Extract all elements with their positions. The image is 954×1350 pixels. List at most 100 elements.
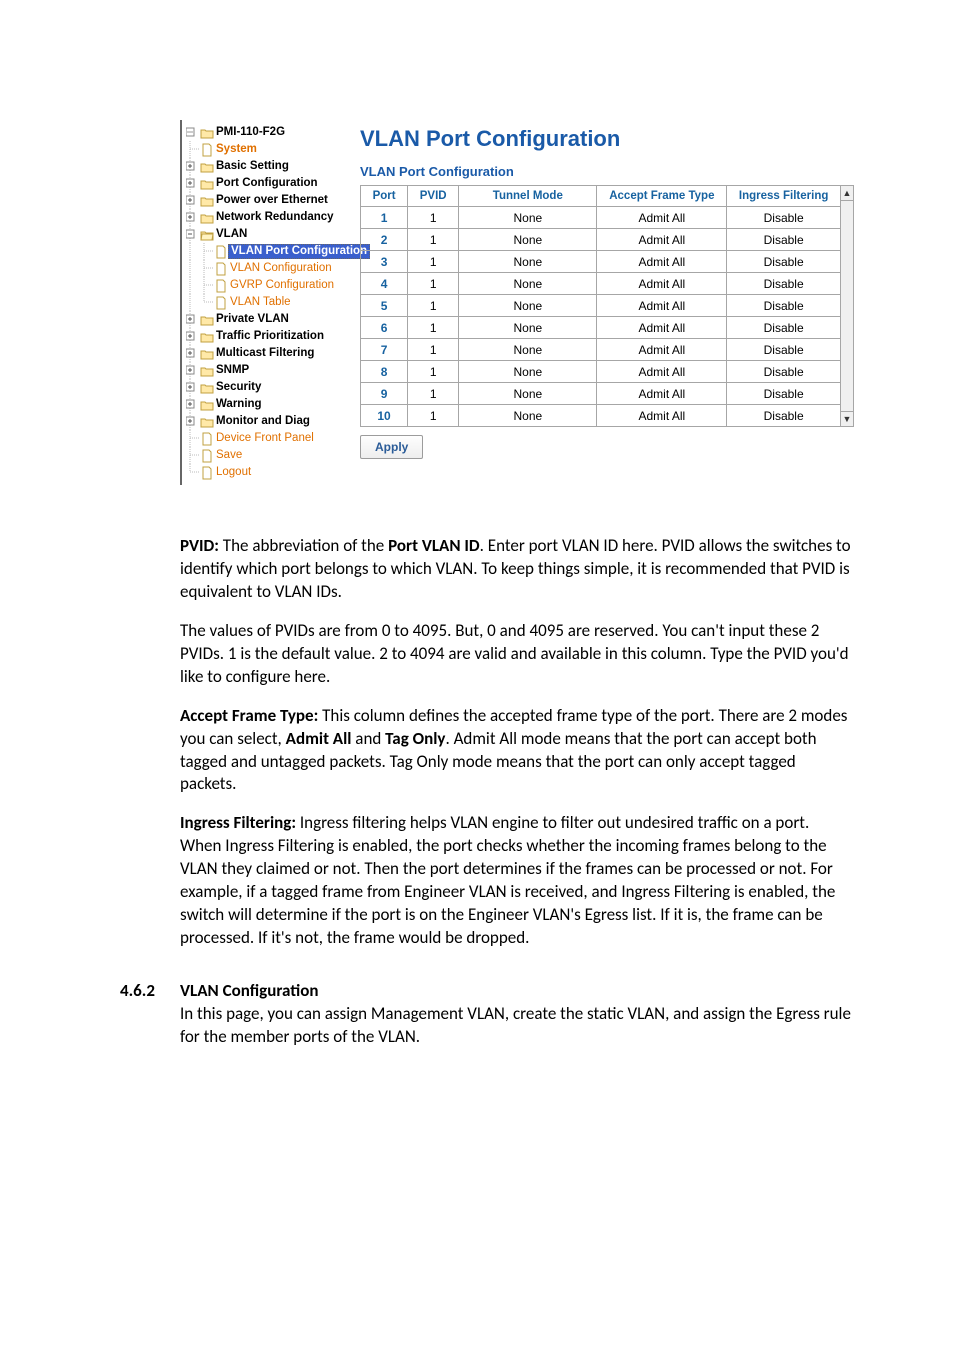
paragraph-accept-frame-type: Accept Frame Type: This column defines t… [180,705,854,797]
cell-accept[interactable]: Admit All [597,295,727,317]
nav-vlan-table[interactable]: VLAN Table [186,294,346,311]
table-row: 41NoneAdmit AllDisable [361,273,841,295]
nav-basic-setting[interactable]: Basic Setting [186,158,346,175]
table-row: 11NoneAdmit AllDisable [361,207,841,229]
cell-tunnel[interactable]: None [459,383,597,405]
cell-ingress[interactable]: Disable [727,317,841,339]
cell-accept[interactable]: Admit All [597,273,727,295]
page-icon [200,143,214,157]
nav-poe[interactable]: Power over Ethernet [186,192,346,209]
nav-label: Traffic Prioritization [214,331,324,343]
nav-system[interactable]: System [186,141,346,158]
cell-ingress[interactable]: Disable [727,361,841,383]
cell-ingress[interactable]: Disable [727,251,841,273]
scroll-up-icon[interactable]: ▲ [841,186,853,201]
nav-device-front-panel[interactable]: Device Front Panel [186,430,346,447]
nav-label: Monitor and Diag [214,416,310,428]
cell-port: 3 [361,251,408,273]
nav-tree: PMI-110-F2G System Basic Setting Port Co… [182,120,346,485]
nav-traffic-prioritization[interactable]: Traffic Prioritization [186,328,346,345]
nav-private-vlan[interactable]: Private VLAN [186,311,346,328]
nav-vlan-port-config[interactable]: VLAN Port Configuration [186,243,346,260]
cell-pvid[interactable]: 1 [408,207,459,229]
cell-pvid[interactable]: 1 [408,383,459,405]
cell-tunnel[interactable]: None [459,339,597,361]
vlan-port-table: Port PVID Tunnel Mode Accept Frame Type … [360,185,841,427]
cell-tunnel[interactable]: None [459,207,597,229]
nav-save[interactable]: Save [186,447,346,464]
folder-icon [200,347,214,361]
cell-accept[interactable]: Admit All [597,251,727,273]
cell-accept[interactable]: Admit All [597,229,727,251]
cell-tunnel[interactable]: None [459,317,597,339]
term-pvid: PVID: [180,535,219,556]
folder-icon [200,160,214,174]
cell-pvid[interactable]: 1 [408,273,459,295]
cell-port: 8 [361,361,408,383]
scroll-down-icon[interactable]: ▼ [841,411,853,426]
nav-vlan[interactable]: VLAN [186,226,346,243]
cell-tunnel[interactable]: None [459,361,597,383]
cell-ingress[interactable]: Disable [727,339,841,361]
cell-pvid[interactable]: 1 [408,229,459,251]
page-icon [214,279,228,293]
cell-tunnel[interactable]: None [459,405,597,427]
nav-network-redundancy[interactable]: Network Redundancy [186,209,346,226]
content-subtitle: VLAN Port Configuration [360,164,854,179]
nav-warning[interactable]: Warning [186,396,346,413]
cell-pvid[interactable]: 1 [408,405,459,427]
nav-label: Private VLAN [214,314,289,326]
folder-icon [200,381,214,395]
table-row: 61NoneAdmit AllDisable [361,317,841,339]
cell-pvid[interactable]: 1 [408,339,459,361]
nav-label: Logout [214,467,251,479]
cell-pvid[interactable]: 1 [408,251,459,273]
cell-pvid[interactable]: 1 [408,317,459,339]
nav-gvrp-config[interactable]: GVRP Configuration [186,277,346,294]
cell-accept[interactable]: Admit All [597,361,727,383]
table-row: 91NoneAdmit AllDisable [361,383,841,405]
nav-label: Network Redundancy [214,212,334,224]
term-accept-frame-type: Accept Frame Type: [180,705,318,726]
cell-ingress[interactable]: Disable [727,273,841,295]
cell-ingress[interactable]: Disable [727,383,841,405]
nav-security[interactable]: Security [186,379,346,396]
cell-accept[interactable]: Admit All [597,317,727,339]
nav-monitor-diag[interactable]: Monitor and Diag [186,413,346,430]
cell-tunnel[interactable]: None [459,229,597,251]
cell-tunnel[interactable]: None [459,273,597,295]
cell-ingress[interactable]: Disable [727,295,841,317]
nav-label: Device Front Panel [214,433,314,445]
folder-icon [200,194,214,208]
cell-ingress[interactable]: Disable [727,207,841,229]
cell-accept[interactable]: Admit All [597,383,727,405]
nav-vlan-config[interactable]: VLAN Configuration [186,260,346,277]
nav-multicast-filtering[interactable]: Multicast Filtering [186,345,346,362]
cell-ingress[interactable]: Disable [727,229,841,251]
section-body: In this page, you can assign Management … [180,1003,854,1049]
cell-pvid[interactable]: 1 [408,295,459,317]
col-pvid: PVID [408,186,459,207]
col-port: Port [361,186,408,207]
nav-label: SNMP [214,365,249,377]
table-scrollbar[interactable]: ▲ ▼ [841,185,854,427]
cell-ingress[interactable]: Disable [727,405,841,427]
cell-accept[interactable]: Admit All [597,207,727,229]
nav-port-config[interactable]: Port Configuration [186,175,346,192]
cell-port: 4 [361,273,408,295]
cell-tunnel[interactable]: None [459,295,597,317]
nav-snmp[interactable]: SNMP [186,362,346,379]
page-title: VLAN Port Configuration [360,126,854,152]
apply-button[interactable]: Apply [360,435,423,459]
scroll-track[interactable] [841,201,853,411]
nav-root[interactable]: PMI-110-F2G [186,124,346,141]
nav-label: System [214,144,257,156]
cell-tunnel[interactable]: None [459,251,597,273]
cell-pvid[interactable]: 1 [408,361,459,383]
cell-accept[interactable]: Admit All [597,339,727,361]
nav-label: Security [214,382,261,394]
cell-accept[interactable]: Admit All [597,405,727,427]
nav-logout[interactable]: Logout [186,464,346,481]
folder-icon [200,415,214,429]
cell-port: 10 [361,405,408,427]
